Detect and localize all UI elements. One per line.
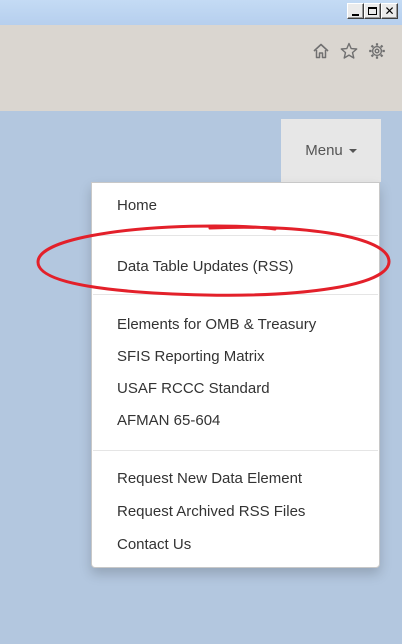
browser-toolbar (0, 25, 402, 111)
window-controls: ✕ (347, 3, 398, 19)
menu-item-sfis-reporting-matrix[interactable]: SFIS Reporting Matrix (117, 347, 265, 367)
menu-button-label: Menu (305, 142, 343, 159)
close-button[interactable]: ✕ (381, 3, 398, 19)
maximize-button[interactable] (364, 3, 381, 19)
menu-divider (93, 235, 378, 236)
menu-item-afman-65-604[interactable]: AFMAN 65-604 (117, 411, 220, 431)
menu-button[interactable]: Menu (281, 119, 381, 182)
toolbar-icons (312, 42, 386, 60)
menu-item-elements-omb-treasury[interactable]: Elements for OMB & Treasury (117, 315, 316, 335)
star-icon[interactable] (340, 42, 358, 60)
menu-item-request-archived-rss-files[interactable]: Request Archived RSS Files (117, 502, 305, 522)
menu-item-usaf-rccc-standard[interactable]: USAF RCCC Standard (117, 379, 270, 399)
maximize-icon (368, 7, 377, 15)
minimize-button[interactable] (347, 3, 364, 19)
menu-item-request-new-data-element[interactable]: Request New Data Element (117, 469, 302, 489)
menu-divider (93, 450, 378, 451)
caret-down-icon (348, 148, 357, 153)
menu-divider (93, 294, 378, 295)
menu-item-home[interactable]: Home (117, 196, 157, 216)
home-icon[interactable] (312, 42, 330, 60)
minimize-icon (352, 13, 359, 16)
dropdown-menu: Home Data Table Updates (RSS) Elements f… (91, 182, 380, 568)
window-titlebar: ✕ (0, 0, 402, 25)
menu-item-data-table-updates[interactable]: Data Table Updates (RSS) (117, 257, 293, 277)
close-icon: ✕ (384, 3, 395, 18)
menu-item-contact-us[interactable]: Contact Us (117, 535, 191, 555)
gear-icon[interactable] (368, 42, 386, 60)
